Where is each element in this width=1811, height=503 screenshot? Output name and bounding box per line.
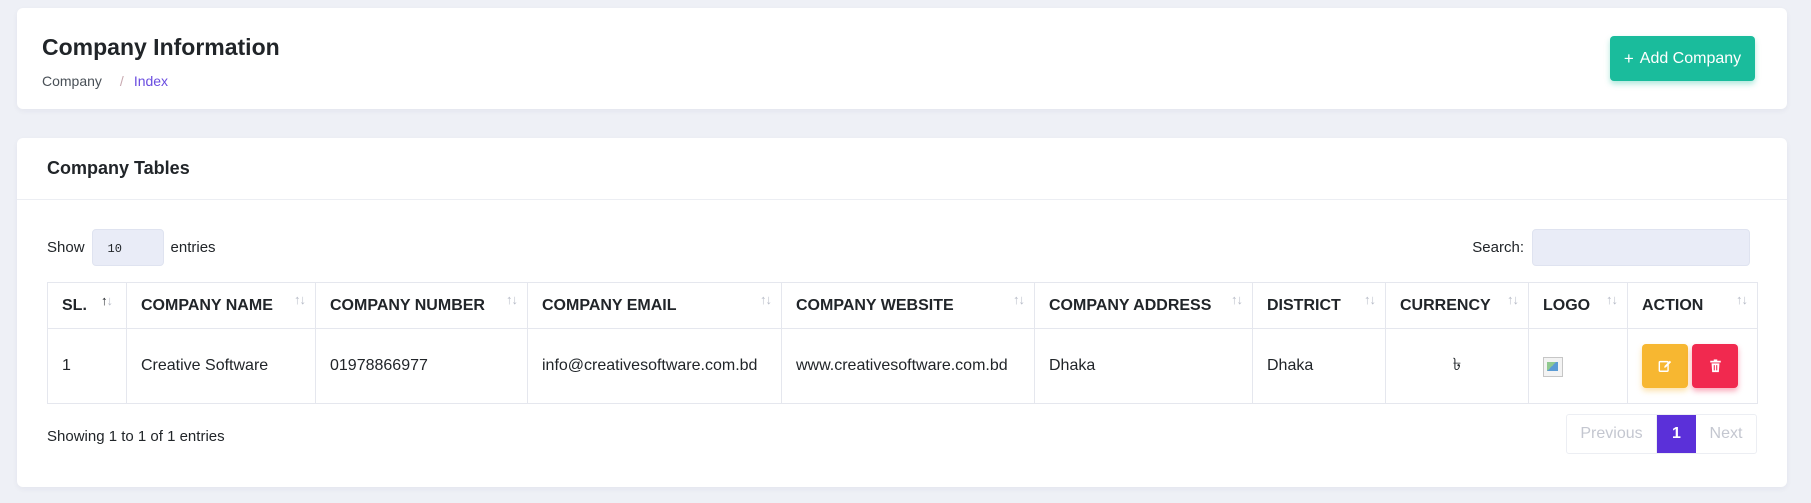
card-title: Company Tables [47,158,190,178]
plus-icon: + [1623,49,1634,68]
search-input[interactable] [1532,229,1750,266]
sort-icon: ↑↓ [1507,292,1519,307]
broken-image-icon [1543,356,1563,377]
column-header-company-name[interactable]: COMPANY NAME ↑↓ [126,282,316,329]
cell-company-address: Dhaka [1034,328,1253,404]
page-title: Company Information [42,34,280,60]
table-row: 1 Creative Software 01978866977 info@cre… [47,328,1758,404]
sort-asc-icon: ↑↓ [101,293,113,308]
breadcrumb-separator: / [119,73,124,89]
cell-logo [1528,328,1628,404]
edit-icon [1658,360,1672,372]
page-header-card: Company Information Company / Index + Ad… [17,8,1787,109]
sort-icon: ↑↓ [1606,292,1618,307]
column-header-company-number[interactable]: COMPANY NUMBER ↑↓ [315,282,528,329]
column-header-district[interactable]: DISTRICT ↑↓ [1252,282,1386,329]
sort-icon: ↑↓ [1013,292,1025,307]
cell-sl: 1 [47,328,127,404]
search-label: Search: [1472,239,1524,256]
sort-icon: ↑↓ [1231,292,1243,307]
sort-icon: ↑↓ [1736,292,1748,307]
column-header-action[interactable]: ACTION ↑↓ [1627,282,1758,329]
add-company-button[interactable]: + Add Company [1610,36,1755,81]
breadcrumb-current: Index [133,73,169,89]
sort-icon: ↑↓ [1364,292,1376,307]
show-label: Show [47,239,85,256]
entries-label: entries [170,239,216,256]
add-company-label: Add Company [1639,49,1742,67]
pagination-previous[interactable]: Previous [1567,415,1657,453]
company-table-card: Company Tables Show 10 entries Search: S… [17,138,1787,487]
table-header-row: SL. ↑↓ COMPANY NAME ↑↓ COMPANY NUMBER ↑↓… [47,282,1758,329]
sort-icon: ↑↓ [506,292,518,307]
cell-district: Dhaka [1252,328,1386,404]
company-table: SL. ↑↓ COMPANY NAME ↑↓ COMPANY NUMBER ↑↓… [47,282,1758,404]
breadcrumb: Company / Index [42,73,168,89]
entries-length-control: Show 10 entries [47,229,216,266]
entries-length-select[interactable]: 10 [91,229,164,266]
edit-button[interactable] [1642,344,1688,388]
cell-company-number: 01978866977 [315,328,528,404]
column-header-company-address[interactable]: COMPANY ADDRESS ↑↓ [1034,282,1253,329]
sort-icon: ↑↓ [294,292,306,307]
cell-company-name: Creative Software [126,328,316,404]
cell-currency: ৳ [1385,328,1529,404]
column-header-company-website[interactable]: COMPANY WEBSITE ↑↓ [781,282,1035,329]
cell-action [1627,328,1758,404]
breadcrumb-company-link[interactable]: Company [42,73,102,89]
sort-icon: ↑↓ [760,292,772,307]
column-header-sl[interactable]: SL. ↑↓ [47,282,127,329]
cell-company-email: info@creativesoftware.com.bd [527,328,782,404]
pagination-page-1[interactable]: 1 [1657,415,1696,453]
table-info: Showing 1 to 1 of 1 entries [47,428,225,445]
card-header: Company Tables [17,138,1787,200]
pagination-next[interactable]: Next [1696,415,1756,453]
column-header-logo[interactable]: LOGO ↑↓ [1528,282,1628,329]
pagination: Previous 1 Next [1566,414,1757,454]
search-control: Search: [1472,229,1750,266]
cell-company-website: www.creativesoftware.com.bd [781,328,1035,404]
column-header-company-email[interactable]: COMPANY EMAIL ↑↓ [527,282,782,329]
action-buttons [1642,344,1743,388]
trash-icon [1709,359,1721,373]
delete-button[interactable] [1692,344,1738,388]
column-header-currency[interactable]: CURRENCY ↑↓ [1385,282,1529,329]
